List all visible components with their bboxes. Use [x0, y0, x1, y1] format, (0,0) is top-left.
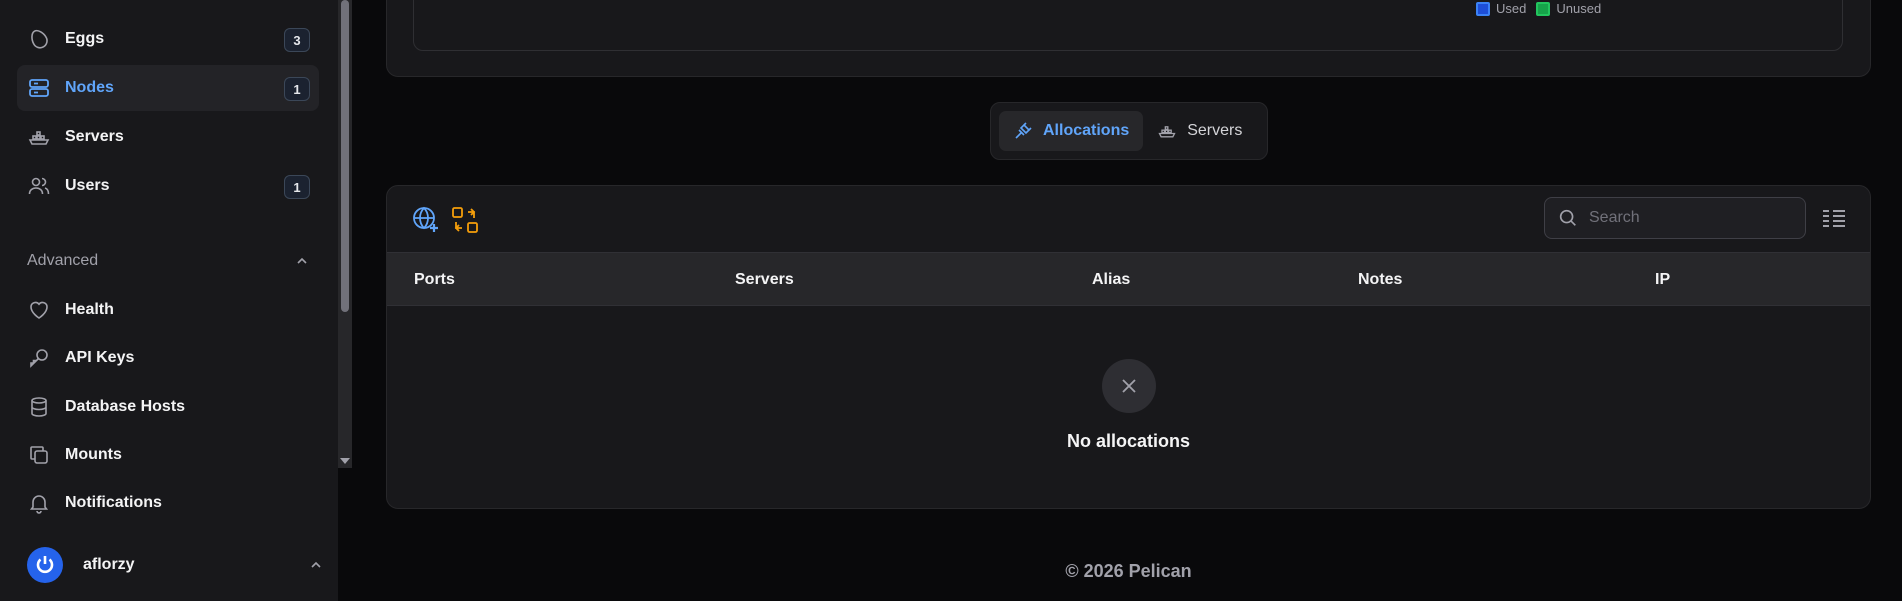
sidebar-item-label: Health — [65, 301, 114, 318]
column-header-alias[interactable]: Alias — [1092, 271, 1130, 289]
sidebar-item-health[interactable]: Health — [17, 287, 319, 333]
sidebar-item-label: Mounts — [65, 446, 122, 463]
sidebar-scrollbar[interactable] — [338, 0, 352, 468]
search-input[interactable] — [1589, 209, 1789, 227]
sidebar-item-users[interactable]: Users 1 — [17, 163, 319, 209]
sidebar-item-label: Database Hosts — [65, 398, 186, 415]
chevron-up-icon — [309, 558, 323, 572]
footer-copyright: © 2026 Pelican — [1065, 561, 1192, 581]
sidebar-item-servers[interactable]: Servers — [17, 114, 319, 160]
egg-icon — [27, 27, 51, 51]
legend-label: Unused — [1556, 1, 1602, 16]
tab-label: Servers — [1187, 122, 1243, 139]
legend-item-unused[interactable]: Unused — [1536, 1, 1601, 16]
advanced-group-toggle[interactable]: Advanced — [27, 248, 309, 274]
close-icon — [1102, 359, 1156, 413]
sidebar-item-label: Eggs — [65, 30, 105, 47]
chart-card: Used Unused — [386, 0, 1871, 77]
legend-item-used[interactable]: Used — [1476, 1, 1526, 16]
sidebar-item-database-hosts[interactable]: Database Hosts — [17, 384, 319, 430]
column-header-ports[interactable]: Ports — [414, 271, 455, 289]
ship-icon — [1158, 126, 1176, 138]
table-header: Ports Servers Alias Notes IP — [387, 252, 1870, 306]
tab-label: Allocations — [1043, 122, 1130, 139]
column-header-servers[interactable]: Servers — [735, 271, 794, 289]
sidebar-item-label: Servers — [65, 128, 124, 145]
copy-icon — [27, 443, 51, 467]
sidebar-item-api-keys[interactable]: API Keys — [17, 335, 319, 381]
column-header-notes[interactable]: Notes — [1358, 271, 1402, 289]
ship-icon — [27, 125, 51, 149]
table-toolbar — [387, 186, 1870, 252]
avatar — [27, 547, 63, 583]
tab-allocations[interactable]: Allocations — [999, 111, 1144, 151]
sidebar-item-label: Users — [65, 177, 110, 194]
tab-bar: Allocations Servers — [990, 102, 1268, 160]
sidebar-item-eggs[interactable]: Eggs 3 — [17, 16, 319, 62]
sidebar: Eggs 3 Nodes 1 Servers Users 1 Advanced … — [0, 0, 338, 601]
users-icon — [27, 174, 51, 198]
chart-legend: Used Unused — [1476, 1, 1611, 16]
key-icon — [27, 346, 51, 370]
legend-swatch — [1476, 1, 1490, 16]
sidebar-item-label: Nodes — [65, 79, 114, 96]
sidebar-item-label: API Keys — [65, 349, 135, 366]
legend-label: Used — [1496, 1, 1527, 16]
tab-servers[interactable]: Servers — [1143, 111, 1256, 151]
column-header-ip[interactable]: IP — [1655, 271, 1670, 289]
user-name: aflorzy — [83, 556, 135, 573]
sidebar-item-mounts[interactable]: Mounts — [17, 432, 319, 478]
scroll-down-arrow-icon[interactable] — [340, 458, 350, 464]
user-menu[interactable]: aflorzy — [27, 546, 323, 584]
sidebar-item-nodes[interactable]: Nodes 1 — [17, 65, 319, 111]
chart-container: Used Unused — [413, 0, 1843, 51]
group-label: Advanced — [27, 252, 99, 269]
column-toggle-icon[interactable] — [1821, 206, 1847, 230]
search-field[interactable] — [1544, 197, 1806, 239]
swap-allocations-icon[interactable] — [450, 205, 480, 235]
heart-icon — [27, 298, 51, 322]
sidebar-item-label: Notifications — [65, 494, 162, 511]
sidebar-item-notifications[interactable]: Notifications — [17, 480, 319, 526]
empty-state-text: No allocations — [1066, 431, 1191, 451]
add-allocation-globe-icon[interactable] — [411, 205, 441, 235]
count-badge: 1 — [284, 77, 310, 101]
count-badge: 3 — [284, 28, 310, 52]
server-stack-icon — [27, 76, 51, 100]
plug-icon — [1015, 122, 1032, 139]
chevron-up-icon — [295, 254, 309, 268]
bell-icon — [27, 491, 51, 515]
database-icon — [27, 395, 51, 419]
allocations-table: Ports Servers Alias Notes IP No allocati… — [386, 185, 1871, 509]
search-icon — [1559, 209, 1576, 226]
count-badge: 1 — [284, 175, 310, 199]
scrollbar-thumb[interactable] — [341, 0, 349, 312]
empty-state: No allocations — [387, 306, 1870, 508]
legend-swatch — [1536, 1, 1551, 16]
